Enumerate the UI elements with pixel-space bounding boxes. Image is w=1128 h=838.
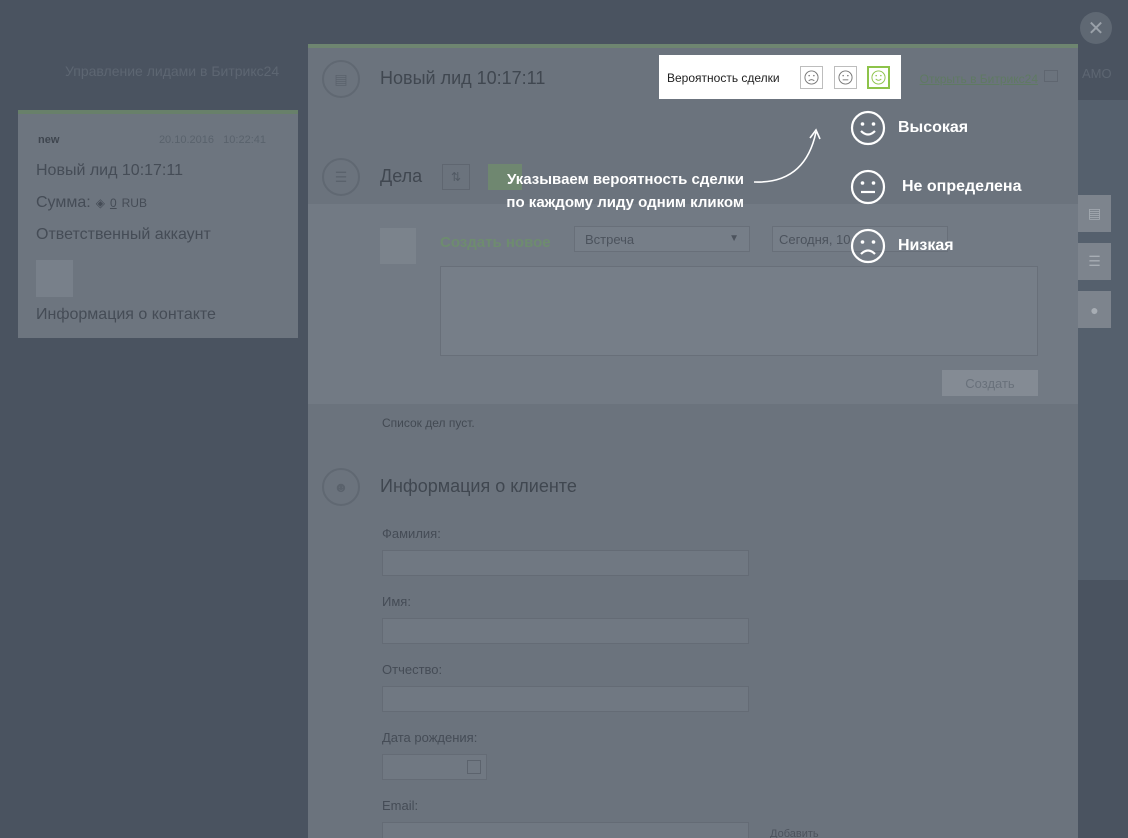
create-new-label: Создать новое — [440, 234, 551, 251]
external-link-icon[interactable] — [1044, 70, 1058, 82]
add-email-link[interactable]: Добавить — [770, 828, 819, 838]
avatar — [36, 260, 73, 297]
list-icon: ☰ — [1088, 253, 1101, 269]
lead-icon: ▤ — [322, 60, 360, 98]
sort-button[interactable]: ⇅ — [442, 164, 470, 190]
middle-name-field[interactable] — [382, 686, 749, 712]
annotation-text: Указываем вероятность сделки по каждому … — [484, 168, 744, 214]
deals-title: Дела — [380, 166, 423, 186]
background-right-strip — [1078, 100, 1128, 580]
lead-detail-panel: ▤ Новый лид 10:17:11 Открыть в Битрикс24… — [308, 44, 1078, 838]
deal-probability-widget: Вероятность сделки — [659, 55, 901, 99]
email-field[interactable] — [382, 822, 749, 838]
annotation-line-1: Указываем вероятность сделки — [507, 171, 744, 188]
probability-high-button[interactable] — [867, 66, 890, 89]
probability-neutral-button[interactable] — [834, 66, 857, 89]
background-right-text: AMO — [1082, 66, 1112, 81]
probability-label: Вероятность сделки — [667, 71, 780, 85]
annotation-line-2: по каждому лиду одним кликом — [506, 194, 744, 211]
legend-high: Высокая — [850, 110, 968, 146]
last-name-field[interactable] — [382, 550, 749, 576]
date-value: Сегодня, 10 — [779, 232, 851, 247]
chevron-down-icon: ▼ — [729, 233, 739, 244]
client-info-title: Информация о клиенте — [380, 476, 577, 496]
deal-description-textarea[interactable] — [440, 266, 1038, 356]
empty-list-text: Список дел пуст. — [382, 416, 475, 430]
deal-form: Создать новое Встреча ▼ Сегодня, 10 Созд… — [308, 204, 1078, 404]
legend-high-label: Высокая — [898, 119, 969, 136]
sum-value[interactable]: 0 — [110, 196, 117, 210]
birth-date-field[interactable] — [382, 754, 487, 780]
tag-icon: ◈ — [95, 196, 105, 210]
first-name-label: Имя: — [382, 594, 411, 609]
neutral-face-icon — [838, 70, 853, 85]
open-in-bitrix-link[interactable]: Открыть в Битрикс24 — [920, 72, 1038, 86]
lead-status: new — [38, 134, 60, 146]
tasks-icon: ☰ — [322, 158, 360, 196]
last-name-label: Фамилия: — [382, 526, 441, 541]
sum-label: Сумма: — [36, 194, 91, 211]
legend-neutral-label: Не определена — [902, 178, 1022, 195]
create-button[interactable]: Создать — [942, 370, 1038, 396]
activity-type-value: Встреча — [585, 232, 635, 247]
annotation-arrow-icon — [753, 128, 821, 183]
middle-name-label: Отчество: — [382, 662, 443, 677]
sum-currency: RUB — [121, 196, 147, 210]
frown-icon — [804, 70, 819, 85]
side-lead-button[interactable]: ▤ — [1078, 195, 1111, 232]
lead-responsible: Ответственный аккаунт — [36, 226, 211, 243]
close-icon: ✕ — [1087, 17, 1105, 40]
legend-low-label: Низкая — [898, 237, 954, 254]
legend-low: Низкая — [850, 228, 954, 264]
side-tasks-button[interactable]: ☰ — [1078, 243, 1111, 280]
probability-low-button[interactable] — [800, 66, 823, 89]
user-icon: ● — [1090, 301, 1099, 318]
background-page-title: Управление лидами в Битрикс24 — [65, 63, 280, 79]
lead-title[interactable]: Новый лид 10:17:11 — [36, 162, 183, 180]
calendar-icon[interactable] — [467, 760, 481, 774]
lead-card[interactable]: new 20.10.2016 10:22:41 Новый лид 10:17:… — [18, 110, 298, 338]
first-name-field[interactable] — [382, 618, 749, 644]
smile-icon — [850, 110, 886, 146]
birth-date-label: Дата рождения: — [382, 730, 478, 745]
frown-icon — [850, 228, 886, 264]
neutral-face-icon — [850, 169, 886, 205]
card-icon: ▤ — [1087, 205, 1102, 221]
user-icon: ☻ — [322, 468, 360, 506]
side-contact-button[interactable]: ● — [1078, 291, 1111, 328]
close-button[interactable]: ✕ — [1080, 12, 1112, 44]
panel-title: Новый лид 10:17:11 — [380, 68, 546, 88]
lead-sum: Сумма: ◈ 0 RUB — [36, 194, 147, 212]
lead-date: 20.10.2016 10:22:41 — [158, 134, 266, 146]
activity-type-select[interactable]: Встреча ▼ — [574, 226, 750, 252]
legend-neutral: Не определена — [850, 169, 1021, 205]
lead-contact-info: Информация о контакте — [36, 306, 216, 323]
smile-icon — [871, 70, 886, 85]
avatar — [380, 228, 416, 264]
email-label: Email: — [382, 798, 419, 813]
